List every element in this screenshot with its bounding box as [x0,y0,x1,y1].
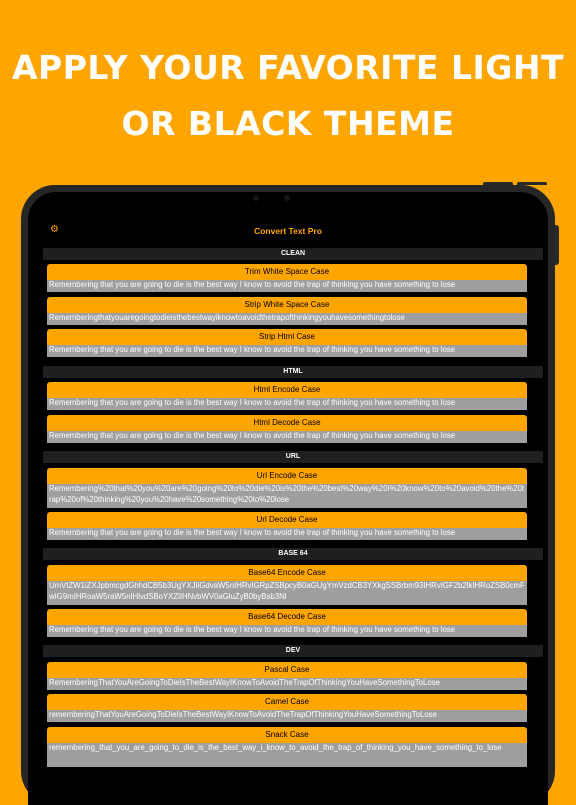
strip-white-space-button[interactable]: Strip White Space Case [47,297,527,313]
list-item[interactable]: Snack Case remembering_that_you_are_goin… [47,727,527,767]
list-item[interactable]: Strip Html Case Remembering that you are… [47,329,527,357]
url-encode-output: Remembering%20that%20you%20are%20going%2… [47,484,527,508]
app-title: Convert Text Pro [254,226,322,236]
camel-case-button[interactable]: Camel Case [47,694,527,710]
html-decode-output: Remembering that you are going to die is… [47,431,527,443]
base64-encode-button[interactable]: Base64 Encode Case [47,565,527,581]
pascal-case-output: RememberingThatYouAreGoingToDieIsTheBest… [47,678,527,690]
base64-decode-output: Remembering that you are going to die is… [47,625,527,637]
list-item[interactable]: Url Encode Case Remembering%20that%20you… [47,468,527,508]
headline-line-1: APPLY YOUR FAVORITE LIGHT [12,48,564,87]
html-decode-button[interactable]: Html Decode Case [47,415,527,431]
list-item[interactable]: Trim White Space Case Remembering that y… [47,264,527,292]
section-header-base64: BASE 64 [43,548,543,560]
app-screen: ⚙ Convert Text Pro CLEAN Trim White Spac… [28,192,548,805]
section-header-html: HTML [43,366,543,378]
strip-html-output: Remembering that you are going to die is… [47,345,527,357]
html-encode-output: Remembering that you are going to die is… [47,398,527,410]
list-item[interactable]: Html Encode Case Remembering that you ar… [47,382,527,410]
url-decode-output: Remembering that you are going to die is… [47,528,527,540]
section-header-url: URL [43,451,543,463]
nav-bar: ⚙ Convert Text Pro [28,222,548,242]
tablet-device: ⚙ Convert Text Pro CLEAN Trim White Spac… [21,182,559,805]
section-header-clean: CLEAN [43,248,543,260]
device-top-button [483,182,513,185]
pascal-case-button[interactable]: Pascal Case [47,662,527,678]
base64-decode-button[interactable]: Base64 Decode Case [47,609,527,625]
url-decode-button[interactable]: Url Decode Case [47,512,527,528]
camera-dot [253,195,259,201]
url-encode-button[interactable]: Url Encode Case [47,468,527,484]
list-item[interactable]: Url Decode Case Remembering that you are… [47,512,527,540]
snack-case-output: remembering_that_you_are_going_to_die_is… [47,743,527,767]
list-item[interactable]: Strip White Space Case Rememberingthatyo… [47,297,527,325]
list-item[interactable]: Base64 Decode Case Remembering that you … [47,609,527,637]
headline-line-2: OR BLACK THEME [121,104,455,143]
trim-white-space-button[interactable]: Trim White Space Case [47,264,527,280]
strip-html-button[interactable]: Strip Html Case [47,329,527,345]
list-item[interactable]: Camel Case rememberingThatYouAreGoingToD… [47,694,527,722]
html-encode-button[interactable]: Html Encode Case [47,382,527,398]
device-side-button [555,225,559,265]
section-header-dev: DEV [43,645,543,657]
device-top-button [517,182,547,185]
strip-white-space-output: Rememberingthatyouaregoingtodieisthebest… [47,313,527,325]
snack-case-button[interactable]: Snack Case [47,727,527,743]
base64-encode-output: UmVtZW1iZXJpbmcgdGhhdCB5b3UgYXJlIGdvaW5n… [47,581,527,605]
camera-lens [284,195,290,201]
list-item[interactable]: Html Decode Case Remembering that you ar… [47,415,527,443]
trim-white-space-output: Remembering that you are going to die is… [47,280,527,292]
list-item[interactable]: Pascal Case RememberingThatYouAreGoingTo… [47,662,527,690]
list-item[interactable]: Base64 Encode Case UmVtZW1iZXJpbmcgdGhhd… [47,565,527,605]
camel-case-output: rememberingThatYouAreGoingToDieIsTheBest… [47,710,527,722]
